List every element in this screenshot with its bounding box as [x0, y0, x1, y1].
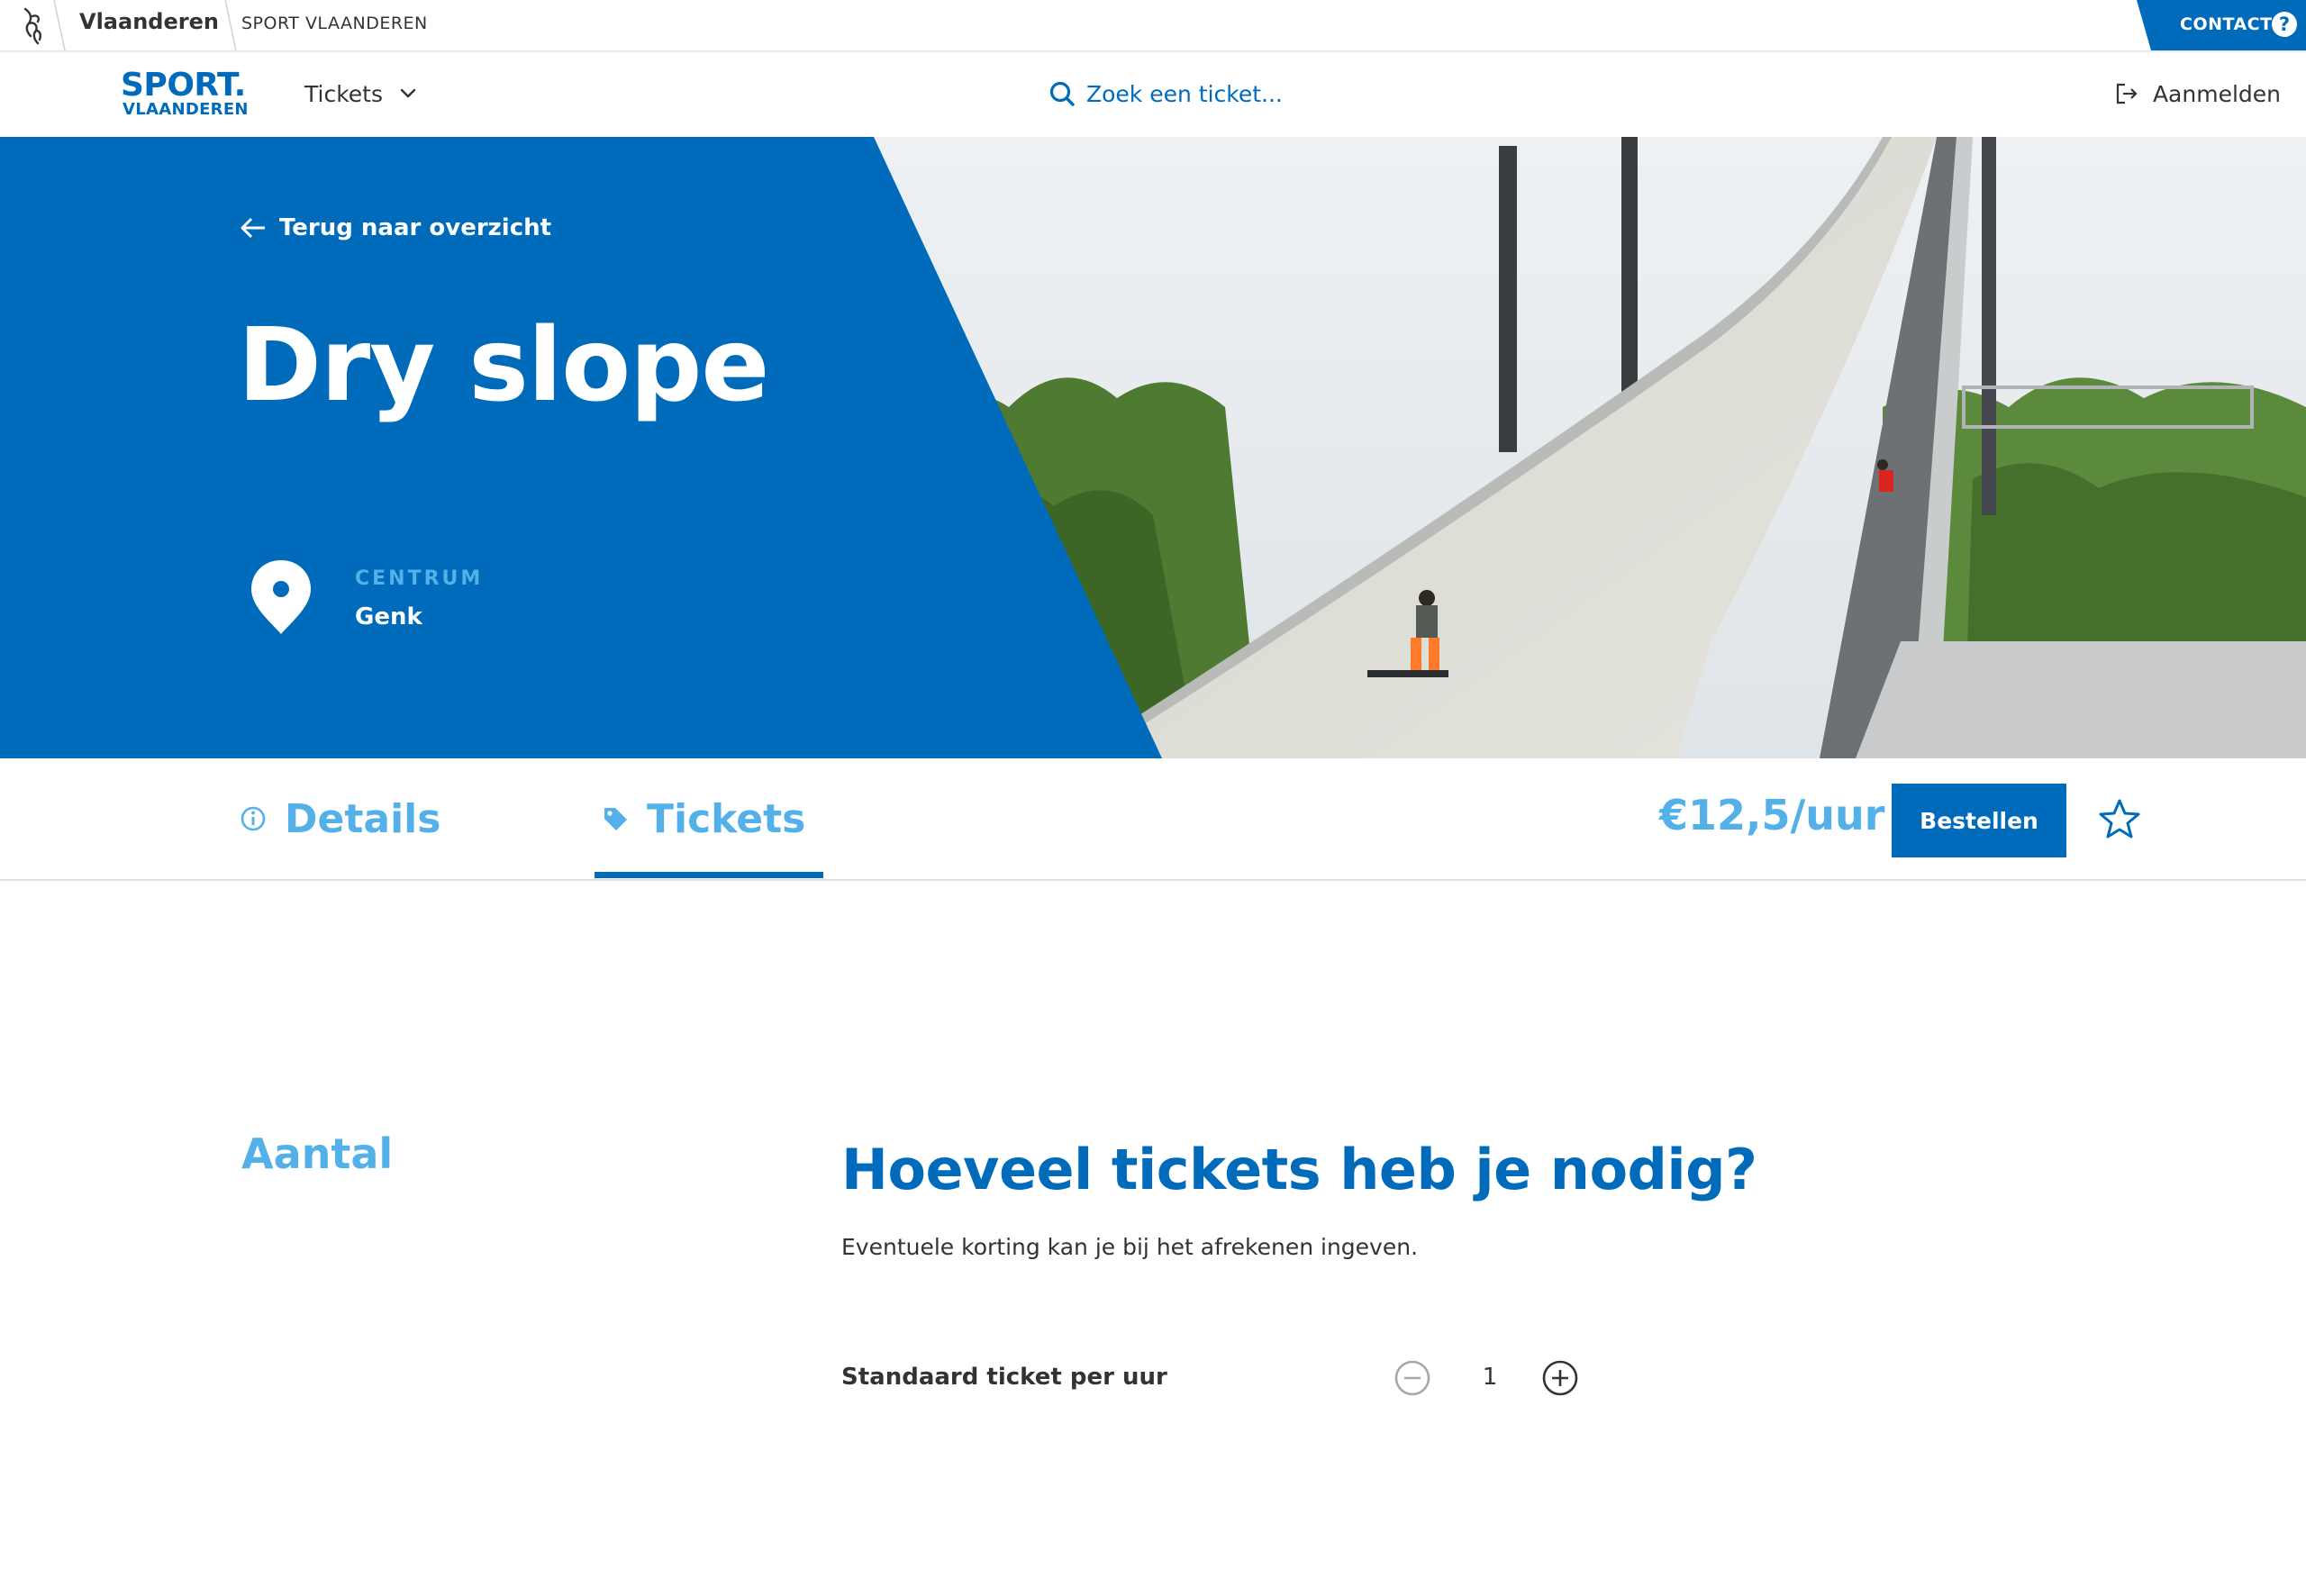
back-link-label: Terug naar overzicht — [279, 214, 552, 241]
sport-vlaanderen-logo[interactable]: SPORT. VLAANDEREN — [121, 67, 249, 122]
order-button[interactable]: Bestellen — [1892, 784, 2066, 857]
divider — [224, 0, 237, 50]
contact-button[interactable]: CONTACT ? — [2137, 0, 2306, 50]
tab-tickets[interactable]: Tickets — [602, 758, 805, 879]
minus-circle-icon[interactable] — [1393, 1358, 1432, 1398]
login-button[interactable]: Aanmelden — [2115, 77, 2281, 110]
tabs-bar: Details Tickets €12,5/uur Bestellen — [0, 758, 2306, 881]
question-circle-icon: ? — [2272, 12, 2297, 37]
location-value: Genk — [355, 603, 422, 630]
main-heading: Hoeveel tickets heb je nodig? — [841, 1137, 1757, 1202]
nav-tickets-label: Tickets — [304, 80, 383, 107]
page-title: Dry slope — [238, 307, 769, 424]
logo-line-1: SPORT. — [121, 67, 246, 104]
main-header: SPORT. VLAANDEREN Tickets Aanmelden — [0, 52, 2306, 137]
contact-label: CONTACT — [2180, 14, 2273, 34]
section-heading-aantal: Aantal — [241, 1129, 394, 1178]
search-box — [1049, 77, 1375, 110]
divider — [53, 0, 66, 50]
location-label: CENTRUM — [355, 567, 484, 590]
back-to-overview-link[interactable]: Terug naar overzicht — [240, 214, 551, 241]
star-icon[interactable] — [2099, 798, 2140, 839]
logo-line-2: VLAANDEREN — [123, 100, 249, 119]
hero-banner: Terug naar overzicht Dry slope CENTRUM G… — [0, 137, 2306, 758]
ticket-name: Standaard ticket per uur — [841, 1364, 1167, 1391]
arrow-left-icon — [241, 217, 265, 239]
location-pin-icon — [251, 560, 311, 634]
nav-tickets-dropdown[interactable]: Tickets — [304, 77, 417, 110]
active-tab-indicator — [595, 872, 823, 878]
government-bar: Vlaanderen SPORT VLAANDEREN CONTACT ? — [0, 0, 2306, 52]
vlaanderen-link[interactable]: Vlaanderen — [79, 9, 219, 34]
quantity-value: 1 — [1482, 1364, 1498, 1391]
info-icon — [241, 806, 266, 831]
login-icon — [2116, 83, 2138, 104]
ticket-row: Standaard ticket per uur 1 — [841, 1356, 1580, 1400]
flemish-lion-icon[interactable] — [13, 0, 54, 50]
chevron-down-icon — [400, 88, 416, 98]
plus-circle-icon[interactable] — [1540, 1358, 1580, 1398]
discount-hint: Eventuele korting kan je bij het afreken… — [841, 1234, 1419, 1260]
tag-icon — [604, 808, 627, 830]
tab-details-label: Details — [285, 795, 441, 842]
search-input[interactable] — [1086, 80, 1375, 107]
sport-vlaanderen-link[interactable]: SPORT VLAANDEREN — [241, 14, 428, 33]
price-per-hour: €12,5/uur — [1659, 791, 1885, 839]
tab-details[interactable]: Details — [240, 758, 440, 879]
tab-tickets-label: Tickets — [647, 795, 806, 842]
quantity-stepper: 1 — [1393, 1356, 1587, 1400]
search-icon[interactable] — [1049, 80, 1076, 107]
login-label: Aanmelden — [2152, 80, 2281, 107]
